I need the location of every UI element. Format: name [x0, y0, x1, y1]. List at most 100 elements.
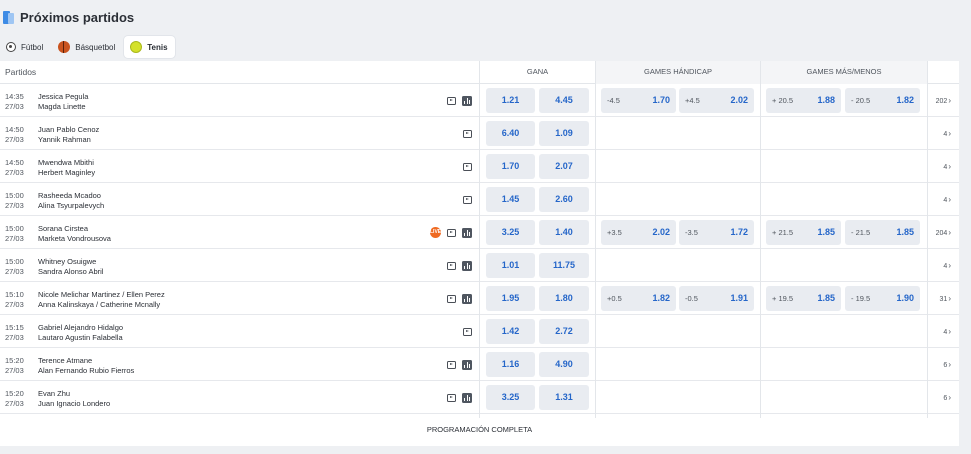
handicap-odds-button[interactable]: -3.5 1.72: [679, 220, 754, 245]
overunder-odds-button[interactable]: + 20.5 1.88: [766, 88, 841, 113]
full-schedule-link[interactable]: PROGRAMACIÓN COMPLETA: [0, 418, 959, 446]
odds-button-away[interactable]: 2.60: [539, 187, 589, 212]
overunder-odds-button[interactable]: + 19.5 1.85: [766, 286, 841, 311]
team-home: Gabriel Alejandro Hidalgo: [38, 323, 124, 332]
more-markets-link[interactable]: 6›: [943, 381, 951, 415]
odds-button-home[interactable]: 1.16: [486, 352, 535, 377]
overunder-odds-button[interactable]: - 20.5 1.82: [845, 88, 920, 113]
more-markets-link[interactable]: 4›: [943, 117, 951, 151]
more-markets-link[interactable]: 4›: [943, 249, 951, 283]
odds-button-away[interactable]: 2.07: [539, 154, 589, 179]
match-hour: 14:50: [5, 125, 24, 134]
handicap-line: -4.5: [607, 96, 620, 105]
match-icons: [441, 260, 472, 271]
more-markets-link[interactable]: 4›: [943, 315, 951, 349]
odds-button-away[interactable]: 1.40: [539, 220, 589, 245]
match-date: 27/03: [5, 167, 24, 177]
stats-icon[interactable]: [462, 293, 472, 304]
match-icons: [457, 128, 472, 139]
stream-icon[interactable]: [447, 360, 456, 369]
odds-button-home[interactable]: 1.70: [486, 154, 535, 179]
team-away: Herbert Maginley: [38, 167, 96, 177]
odds-button-home[interactable]: 1.21: [486, 88, 535, 113]
match-hour: 15:10: [5, 290, 24, 299]
stream-icon[interactable]: [447, 393, 456, 402]
overunder-odds: 1.85: [817, 227, 835, 237]
odds-button-home[interactable]: 1.45: [486, 187, 535, 212]
overunder-odds: 1.90: [896, 293, 914, 303]
match-teams[interactable]: Juan Pablo Cenoz Yannik Rahman: [38, 125, 99, 144]
odds-button-away[interactable]: 4.45: [539, 88, 589, 113]
match-teams[interactable]: Nicole Melichar Martinez / Ellen Perez An…: [38, 290, 165, 309]
tab-label: Tenis: [147, 42, 168, 52]
stats-icon[interactable]: [462, 227, 472, 238]
odds-button-home[interactable]: 1.01: [486, 253, 535, 278]
handicap-odds-button[interactable]: +0.5 1.82: [601, 286, 676, 311]
stream-icon[interactable]: [447, 261, 456, 270]
match-teams[interactable]: Jessica Pegula Magda Linette: [38, 92, 88, 111]
more-markets-link[interactable]: 6›: [943, 348, 951, 382]
overunder-odds: 1.85: [817, 293, 835, 303]
column-divider: [927, 61, 928, 418]
team-away: Yannik Rahman: [38, 134, 91, 144]
odds-button-away[interactable]: 11.75: [539, 253, 589, 278]
match-hour: 15:00: [5, 224, 24, 233]
odds-button-away[interactable]: 2.72: [539, 319, 589, 344]
match-teams[interactable]: Whitney Osuigwe Sandra Alonso Abril: [38, 257, 103, 276]
odds-button-home[interactable]: 1.42: [486, 319, 535, 344]
tab-basquetbol[interactable]: Básquetbol: [52, 36, 122, 58]
more-markets-link[interactable]: 31›: [940, 282, 951, 316]
odds-button-away[interactable]: 1.80: [539, 286, 589, 311]
stream-icon[interactable]: [447, 96, 456, 105]
handicap-line: +0.5: [607, 294, 622, 303]
match-teams[interactable]: Terence Atmane Alan Fernando Rubio Fierro…: [38, 356, 134, 375]
odds-button-away[interactable]: 1.09: [539, 121, 589, 146]
overunder-odds-button[interactable]: - 21.5 1.85: [845, 220, 920, 245]
stats-icon[interactable]: [462, 392, 472, 403]
chevron-right-icon: ›: [948, 327, 951, 336]
odds-button-home[interactable]: 3.25: [486, 220, 535, 245]
odds-button-away[interactable]: 4.90: [539, 352, 589, 377]
stats-icon[interactable]: [462, 260, 472, 271]
match-teams[interactable]: Evan Zhu Juan Ignacio Londero: [38, 389, 110, 408]
live-badge-icon[interactable]: LIVE: [430, 227, 441, 238]
team-home: Sorana Cirstea: [38, 224, 89, 233]
stats-icon[interactable]: [462, 95, 472, 106]
chevron-right-icon: ›: [948, 294, 951, 303]
stream-icon[interactable]: [463, 162, 472, 171]
stream-icon[interactable]: [463, 129, 472, 138]
handicap-line: +4.5: [685, 96, 700, 105]
match-teams[interactable]: Sorana Cirstea Marketa Vondrousova: [38, 224, 111, 243]
match-time: 15:20 27/03: [5, 389, 24, 408]
more-markets-link[interactable]: 4›: [943, 183, 951, 217]
more-markets-link[interactable]: 202›: [936, 84, 951, 118]
handicap-odds-button[interactable]: +4.5 2.02: [679, 88, 754, 113]
team-home: Nicole Melichar Martinez / Ellen Perez: [38, 290, 165, 299]
stream-icon[interactable]: [463, 195, 472, 204]
tab-futbol[interactable]: Fútbol: [0, 36, 50, 58]
match-teams[interactable]: Rasheeda Mcadoo Alina Tsyurpalevych: [38, 191, 104, 210]
overunder-odds-button[interactable]: - 19.5 1.90: [845, 286, 920, 311]
handicap-odds-button[interactable]: +3.5 2.02: [601, 220, 676, 245]
odds-button-home[interactable]: 3.25: [486, 385, 535, 410]
tab-tenis[interactable]: Tenis: [124, 36, 175, 58]
match-date: 27/03: [5, 365, 24, 375]
overunder-odds: 1.88: [817, 95, 835, 105]
odds-button-home[interactable]: 1.95: [486, 286, 535, 311]
more-markets-link[interactable]: 4›: [943, 150, 951, 184]
more-markets-link[interactable]: 204›: [936, 216, 951, 250]
team-away: Marketa Vondrousova: [38, 233, 111, 243]
stream-icon[interactable]: [447, 294, 456, 303]
handicap-odds-button[interactable]: -0.5 1.91: [679, 286, 754, 311]
match-teams[interactable]: Mwendwa Mbithi Herbert Maginley: [38, 158, 95, 177]
stream-icon[interactable]: [463, 327, 472, 336]
match-teams[interactable]: Gabriel Alejandro Hidalgo Lautaro Agustin…: [38, 323, 123, 342]
team-home: Juan Pablo Cenoz: [38, 125, 100, 134]
odds-button-home[interactable]: 6.40: [486, 121, 535, 146]
stream-icon[interactable]: [447, 228, 456, 237]
overunder-odds-button[interactable]: + 21.5 1.85: [766, 220, 841, 245]
odds-button-away[interactable]: 1.31: [539, 385, 589, 410]
handicap-odds-button[interactable]: -4.5 1.70: [601, 88, 676, 113]
overunder-line: + 19.5: [772, 294, 794, 303]
stats-icon[interactable]: [462, 359, 472, 370]
